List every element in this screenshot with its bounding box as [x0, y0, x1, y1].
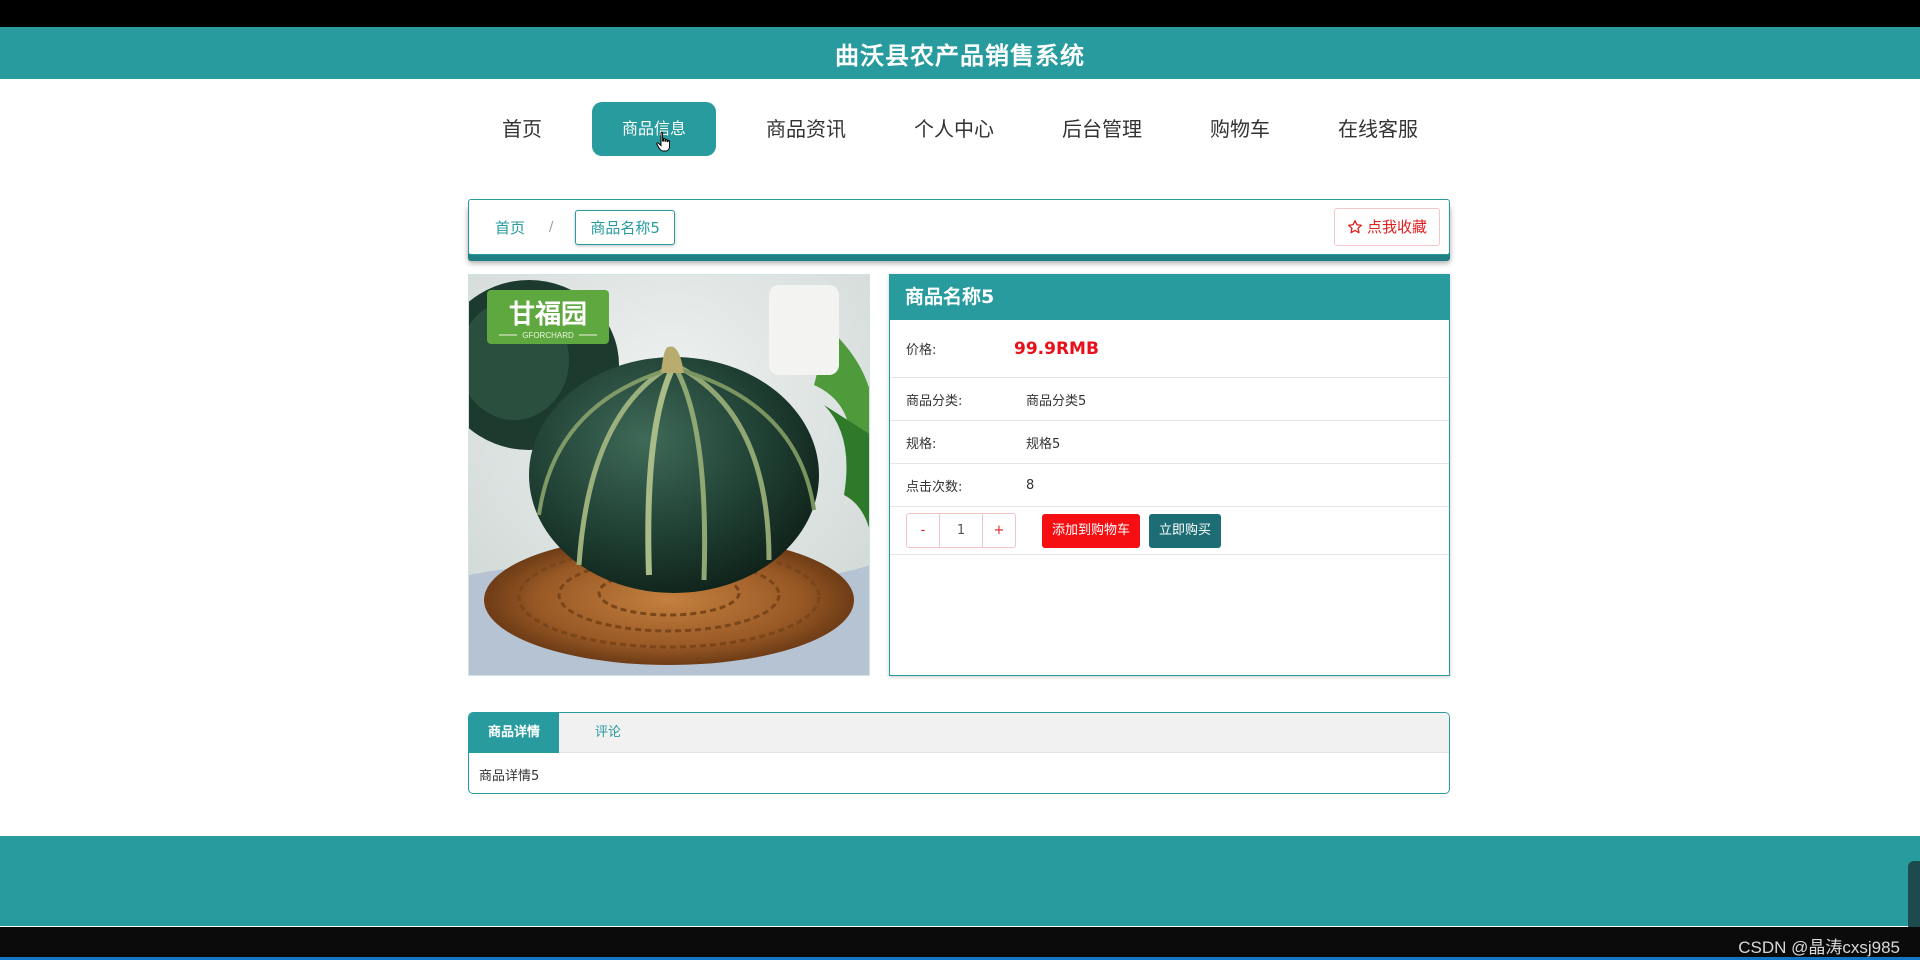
browser-viewport: 曲沃县农产品销售系统 首页 商品信息 商品资讯 个人中心 后台管理 购物车 在线…: [0, 27, 1920, 927]
category-label: 商品分类:: [906, 393, 963, 409]
breadcrumb-separator: /: [549, 219, 554, 235]
buy-now-button[interactable]: 立即购买: [1149, 513, 1222, 548]
detail-tabs: 商品详情 评论 商品详情5: [468, 712, 1450, 794]
favorite-button[interactable]: 点我收藏: [1333, 208, 1440, 246]
nav-item-profile[interactable]: 个人中心: [896, 102, 1012, 156]
breadcrumb-home[interactable]: 首页: [495, 217, 525, 238]
clicks-row: 点击次数: 8: [890, 464, 1449, 507]
product-name-heading: 商品名称5: [890, 275, 1449, 320]
breadcrumb: 首页 / 商品名称5 点我收藏: [468, 199, 1450, 255]
nav-item-home[interactable]: 首页: [484, 102, 560, 156]
brand-logo-subtext: GFORCHARD: [522, 331, 574, 340]
nav-item-news[interactable]: 商品资讯: [748, 102, 864, 156]
quantity-increase-button[interactable]: +: [983, 514, 1015, 547]
nav-item-products[interactable]: 商品信息: [592, 102, 716, 156]
product-info-panel: 商品名称5 价格: 99.9RMB 商品分类: 商品分类5 规格: 规格5 点击…: [889, 274, 1450, 676]
brand-logo-text: 甘福园: [509, 299, 587, 329]
main-nav: 首页 商品信息 商品资讯 个人中心 后台管理 购物车 在线客服: [0, 79, 1920, 179]
price-label: 价格:: [906, 343, 937, 358]
price-value: 99.9RMB: [1014, 338, 1099, 359]
spec-row: 规格: 规格5: [890, 421, 1449, 464]
site-title: 曲沃县农产品销售系统: [835, 41, 1085, 70]
quantity-stepper: - 1 +: [906, 513, 1016, 548]
tab-details[interactable]: 商品详情: [469, 713, 560, 753]
nav-item-products-label: 商品信息: [621, 119, 686, 138]
taskbar: CSDN @晶涛cxsj985: [0, 927, 1920, 960]
side-scroll-handle[interactable]: [1908, 861, 1920, 927]
category-value: 商品分类5: [1026, 393, 1087, 409]
spec-value: 规格5: [1026, 436, 1061, 452]
tab-content: 商品详情5: [479, 769, 540, 784]
nav-item-support[interactable]: 在线客服: [1320, 102, 1436, 156]
tabs-bar: 商品详情 评论: [469, 713, 1449, 753]
breadcrumb-current[interactable]: 商品名称5: [575, 209, 675, 245]
clicks-label: 点击次数:: [906, 479, 963, 495]
star-outline-icon: [1347, 220, 1362, 234]
tab-comments[interactable]: 评论: [559, 713, 657, 753]
favorite-label: 点我收藏: [1366, 218, 1427, 236]
watermark-text: CSDN @晶涛cxsj985: [1738, 938, 1900, 957]
quantity-input[interactable]: 1: [939, 514, 983, 547]
site-header: 曲沃县农产品销售系统: [0, 27, 1920, 79]
spec-label: 规格:: [906, 436, 937, 452]
add-to-cart-button[interactable]: 添加到购物车: [1042, 513, 1141, 548]
product-image: 甘福园 GFORCHARD: [468, 274, 870, 676]
quantity-decrease-button[interactable]: -: [907, 514, 939, 547]
purchase-row: - 1 + 添加到购物车 立即购买: [890, 507, 1449, 555]
nav-item-admin[interactable]: 后台管理: [1044, 102, 1160, 156]
pumpkin-photo: 甘福园 GFORCHARD: [469, 275, 869, 675]
hand-cursor-icon: [656, 132, 670, 152]
clicks-value: 8: [1026, 477, 1035, 493]
price-row: 价格: 99.9RMB: [890, 320, 1449, 378]
nav-item-cart[interactable]: 购物车: [1192, 102, 1288, 156]
site-footer: [0, 836, 1920, 926]
category-row: 商品分类: 商品分类5: [890, 378, 1449, 421]
